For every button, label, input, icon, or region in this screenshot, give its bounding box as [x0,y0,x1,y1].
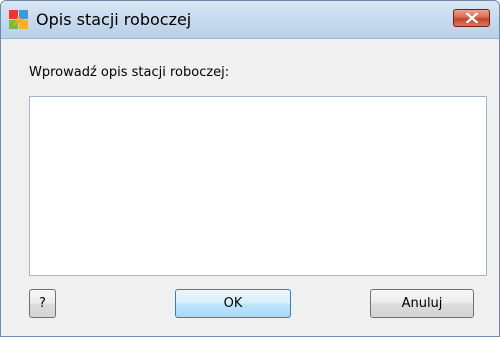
dialog-window: Opis stacji roboczej Wprowadź opis stacj… [0,0,500,337]
cancel-button[interactable]: Anuluj [370,289,474,318]
title-bar[interactable]: Opis stacji roboczej [1,1,499,39]
window-title: Opis stacji roboczej [36,10,192,29]
description-textarea[interactable] [29,96,487,276]
dialog-body: Wprowadź opis stacji roboczej: ? OK Anul… [1,39,499,336]
help-button[interactable]: ? [29,289,56,318]
description-prompt-label: Wprowadź opis stacji roboczej: [29,65,230,80]
avg-logo-icon [9,10,29,30]
ok-button[interactable]: OK [175,289,291,318]
close-button[interactable] [453,9,490,27]
close-icon [466,13,478,23]
